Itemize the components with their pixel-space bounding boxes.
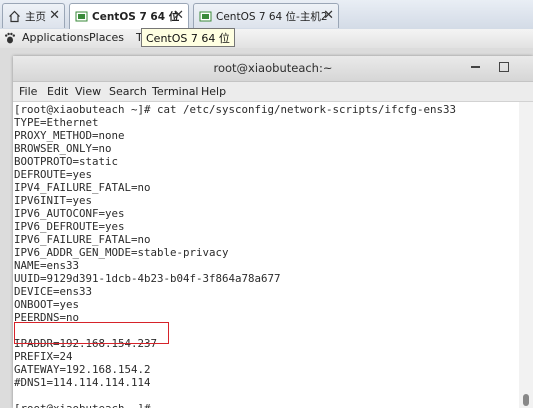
- vm-icon: [198, 9, 212, 23]
- applications-menu[interactable]: Applications: [4, 31, 89, 44]
- maximize-icon[interactable]: [499, 62, 509, 72]
- terminal-line: UUID=9129d391-1dcb-4b23-b04f-3f864a78a67…: [14, 272, 281, 285]
- terminal-line: IPV6_ADDR_GEN_MODE=stable-privacy: [14, 246, 229, 259]
- ipaddr-highlight-box: [14, 322, 169, 344]
- terminal-line: PREFIX=24: [14, 350, 73, 363]
- menu-file[interactable]: File: [19, 85, 37, 98]
- minimize-icon[interactable]: [471, 66, 480, 68]
- gnome-top-bar: Applications Places T: [0, 29, 533, 48]
- close-icon[interactable]: ✕: [323, 8, 334, 23]
- terminal-line: GATEWAY=192.168.154.2: [14, 363, 151, 376]
- tab-centos-host2[interactable]: CentOS 7 64 位-主机2 ✕: [193, 3, 339, 28]
- close-icon[interactable]: ✕: [173, 8, 184, 23]
- terminal-line: BOOTPROTO=static: [14, 155, 119, 168]
- tab-home[interactable]: 主页 ✕: [2, 3, 65, 28]
- terminal-line: PROXY_METHOD=none: [14, 129, 125, 142]
- terminal-window: root@xiaobuteach:~ File Edit View Search…: [13, 56, 533, 408]
- tab-tooltip: CentOS 7 64 位: [141, 28, 235, 47]
- gnome-foot-icon: [4, 32, 16, 44]
- tab-centos-host2-label: CentOS 7 64 位-主机2: [216, 10, 328, 23]
- terminal-line: [root@xiaobuteach ~]# cat /etc/sysconfig…: [14, 103, 457, 116]
- terminal-line: IPV6INIT=yes: [14, 194, 93, 207]
- terminal-line: [root@xiaobuteach ~]#: [14, 402, 151, 408]
- vmware-tab-bar: 主页 ✕ CentOS 7 64 位 ✕ CentOS 7 64 位-主机2 ✕: [0, 0, 533, 30]
- tab-centos[interactable]: CentOS 7 64 位 ✕: [69, 3, 189, 29]
- terminal-line: #DNS1=114.114.114.114: [14, 376, 151, 389]
- window-titlebar[interactable]: root@xiaobuteach:~: [13, 56, 533, 82]
- terminal-line: IPV6_AUTOCONF=yes: [14, 207, 125, 220]
- terminal-line: DEFROUTE=yes: [14, 168, 93, 181]
- menu-help[interactable]: Help: [201, 85, 226, 98]
- menu-search[interactable]: Search: [109, 85, 147, 98]
- terminal-line: BROWSER_ONLY=no: [14, 142, 112, 155]
- window-title: root@xiaobuteach:~: [213, 61, 333, 75]
- terminal-line: NAME=ens33: [14, 259, 80, 272]
- terminal-line: IPV4_FAILURE_FATAL=no: [14, 181, 151, 194]
- terminal-line: DEVICE=ens33: [14, 285, 93, 298]
- terminal-line: IPV6_FAILURE_FATAL=no: [14, 233, 151, 246]
- tab-centos-label: CentOS 7 64 位: [92, 11, 180, 23]
- places-menu[interactable]: Places: [89, 31, 124, 44]
- terminal-line: IPV6_DEFROUTE=yes: [14, 220, 125, 233]
- tab-home-label: 主页: [25, 10, 46, 23]
- applications-label: Applications: [22, 31, 90, 44]
- terminal-menubar: File Edit View Search Terminal Help: [13, 82, 533, 102]
- close-icon[interactable]: ✕: [49, 8, 60, 23]
- vm-icon: [74, 10, 88, 24]
- terminal-line: ONBOOT=yes: [14, 298, 80, 311]
- terminal-line: TYPE=Ethernet: [14, 116, 99, 129]
- menu-terminal[interactable]: Terminal: [152, 85, 199, 98]
- home-icon: [7, 9, 21, 23]
- terminal-output[interactable]: [root@xiaobuteach ~]# cat /etc/sysconfig…: [14, 102, 518, 408]
- menu-edit[interactable]: Edit: [47, 85, 68, 98]
- menu-view[interactable]: View: [75, 85, 101, 98]
- scrollbar-thumb[interactable]: [523, 394, 529, 406]
- terminal-scrollbar[interactable]: [519, 102, 533, 408]
